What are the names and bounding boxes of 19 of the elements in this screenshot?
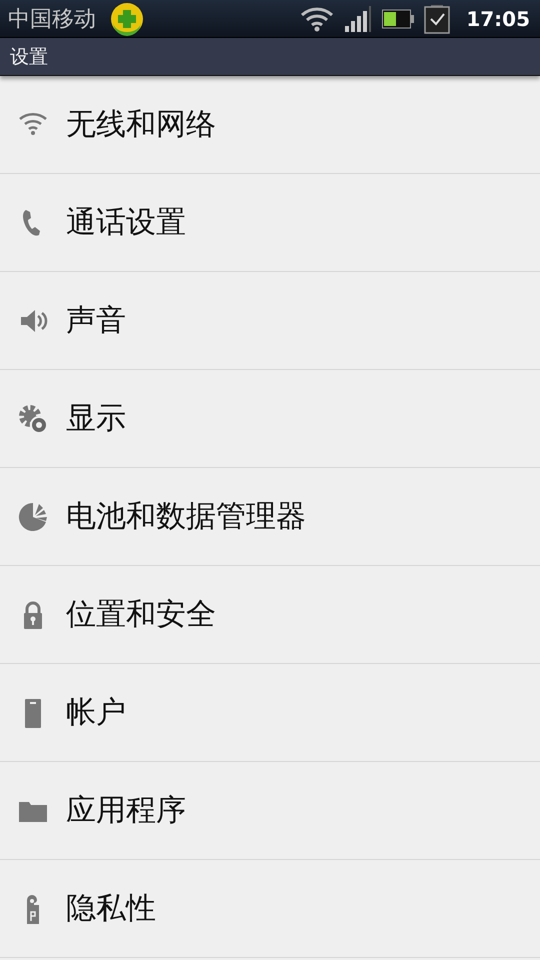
wifi-icon [300,6,334,32]
carrier-name: 中国移动 [8,6,96,34]
clock-time: 17:05 [466,6,530,30]
settings-item[interactable]: 隐私性 [0,860,540,958]
settings-item[interactable]: 电池和数据管理器 [0,468,540,566]
settings-item[interactable]: 显示 [0,370,540,468]
plus-icon [110,2,144,36]
pie-chart-icon [17,500,49,532]
settings-item[interactable]: 通话设置 [0,174,540,272]
settings-item[interactable]: 声音 [0,272,540,370]
signal-icon [344,4,372,32]
settings-item[interactable]: 无线和网络 [0,76,540,174]
screen-title: 设置 [10,44,48,70]
settings-item[interactable]: 应用程序 [0,762,540,860]
settings-item[interactable]: 帐户 [0,664,540,762]
battery-icon [382,8,414,28]
gear-icon [17,402,49,434]
checkbox-icon [424,4,450,34]
settings-item[interactable]: 位置和安全 [0,566,540,664]
